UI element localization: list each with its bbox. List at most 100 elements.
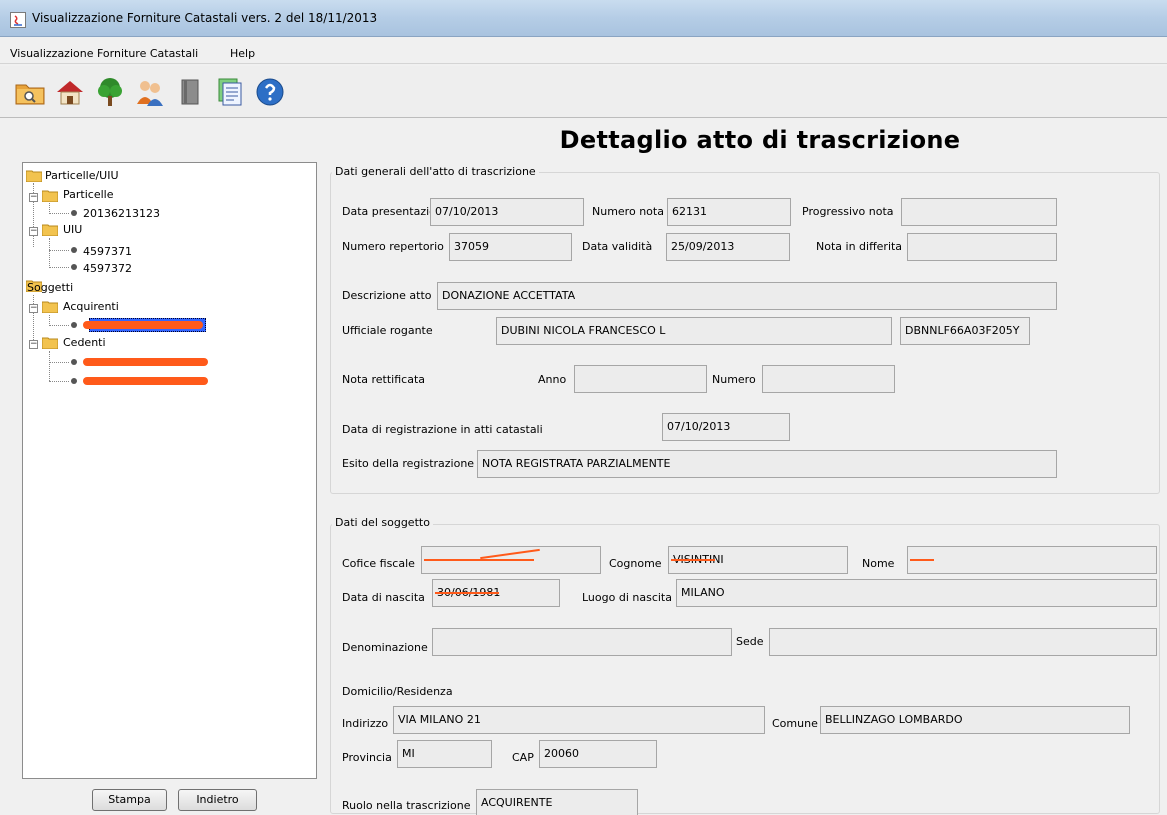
folder-search-icon[interactable] xyxy=(14,76,46,108)
tree-connector xyxy=(49,325,69,326)
collapse-toggle[interactable]: − xyxy=(29,304,38,313)
ufficiale-rogante-label: Ufficiale rogante xyxy=(342,324,433,337)
leaf-icon xyxy=(71,322,77,328)
menu-bar: Visualizzazione Forniture Catastali Help xyxy=(0,44,1167,64)
folder-icon xyxy=(42,190,58,202)
numero-nota-label: Numero nota xyxy=(592,205,664,218)
nota-differita-field[interactable] xyxy=(907,233,1057,261)
progressivo-nota-field[interactable] xyxy=(901,198,1057,226)
tree-connector xyxy=(49,267,69,268)
tree-connector xyxy=(49,362,69,363)
collapse-toggle[interactable]: − xyxy=(29,193,38,202)
data-registrazione-field[interactable]: 07/10/2013 xyxy=(662,413,790,441)
tree-connector xyxy=(49,250,69,251)
leaf-icon xyxy=(71,264,77,270)
indietro-button[interactable]: Indietro xyxy=(178,789,257,811)
tree-icon[interactable] xyxy=(94,76,126,108)
folder-icon xyxy=(42,301,58,313)
denominazione-label: Denominazione xyxy=(342,641,428,654)
data-validita-field[interactable]: 25/09/2013 xyxy=(666,233,790,261)
cap-field[interactable]: 20060 xyxy=(539,740,657,768)
redaction-mark xyxy=(83,321,203,329)
numero-label: Numero xyxy=(712,373,756,386)
redaction-mark xyxy=(435,592,499,594)
nome-field[interactable] xyxy=(907,546,1157,574)
nome-label: Nome xyxy=(862,557,895,570)
house-icon[interactable] xyxy=(54,76,86,108)
collapse-toggle[interactable]: − xyxy=(29,340,38,349)
anno-label: Anno xyxy=(538,373,567,386)
ruolo-label: Ruolo nella trascrizione xyxy=(342,799,471,812)
toolbar xyxy=(0,66,1167,118)
redaction-mark xyxy=(671,559,715,561)
nota-differita-label: Nota in differita xyxy=(816,240,903,253)
sede-field[interactable] xyxy=(769,628,1157,656)
sede-label: Sede xyxy=(736,635,764,648)
page-title: Dettaglio atto di trascrizione xyxy=(559,126,961,154)
java-app-icon[interactable] xyxy=(10,12,26,28)
indirizzo-field[interactable]: VIA MILANO 21 xyxy=(393,706,765,734)
codice-fiscale-label: Cofice fiscale xyxy=(342,557,415,570)
nota-rettificata-label: Nota rettificata xyxy=(342,373,426,386)
tree-connector xyxy=(49,238,50,268)
data-validita-label: Data validità xyxy=(582,240,653,253)
provincia-field[interactable]: MI xyxy=(397,740,492,768)
window-title: Visualizzazione Forniture Catastali vers… xyxy=(32,11,378,25)
folder-icon xyxy=(42,337,58,349)
leaf-icon xyxy=(71,210,77,216)
progressivo-nota-label: Progressivo nota xyxy=(802,205,894,218)
leaf-icon xyxy=(71,378,77,384)
folder-icon xyxy=(26,170,42,182)
title-bar: Visualizzazione Forniture Catastali vers… xyxy=(0,0,1167,37)
help-icon[interactable] xyxy=(254,76,286,108)
cognome-label: Cognome xyxy=(609,557,662,570)
indirizzo-label: Indirizzo xyxy=(342,717,389,730)
stampa-button[interactable]: Stampa xyxy=(92,789,167,811)
comune-label: Comune xyxy=(772,717,818,730)
esito-registrazione-label: Esito della registrazione xyxy=(342,457,475,470)
tree-node-uiu-item[interactable]: 4597371 xyxy=(83,245,132,258)
descrizione-atto-field[interactable]: DONAZIONE ACCETTATA xyxy=(437,282,1057,310)
tree-connector xyxy=(49,213,69,214)
redaction-mark xyxy=(424,559,534,561)
menu-visualizzazione[interactable]: Visualizzazione Forniture Catastali xyxy=(10,47,198,60)
tree-node-particelle-uiu[interactable]: Particelle/UIU xyxy=(45,169,119,182)
esito-registrazione-field[interactable]: NOTA REGISTRATA PARZIALMENTE xyxy=(477,450,1057,478)
tree-node-particella[interactable]: 20136213123 xyxy=(83,207,160,220)
provincia-label: Provincia xyxy=(342,751,392,764)
ufficiale-cf-field[interactable]: DBNNLF66A03F205Y xyxy=(900,317,1030,345)
comune-field[interactable]: BELLINZAGO LOMBARDO xyxy=(820,706,1130,734)
anno-field[interactable] xyxy=(574,365,707,393)
data-presentazione-field[interactable]: 07/10/2013 xyxy=(430,198,584,226)
menu-help[interactable]: Help xyxy=(230,47,255,60)
tree-connector xyxy=(49,351,50,381)
ufficiale-nome-field[interactable]: DUBINI NICOLA FRANCESCO L xyxy=(496,317,892,345)
tree-node-particelle[interactable]: Particelle xyxy=(63,188,113,201)
data-registrazione-label: Data di registrazione in atti catastali xyxy=(342,423,543,436)
denominazione-field[interactable] xyxy=(432,628,732,656)
people-icon[interactable] xyxy=(134,76,166,108)
domicilio-label: Domicilio/Residenza xyxy=(342,685,453,698)
tree-node-soggetti[interactable]: Soggetti xyxy=(27,281,73,294)
redaction-mark xyxy=(83,377,208,385)
luogo-nascita-label: Luogo di nascita xyxy=(582,591,672,604)
leaf-icon xyxy=(71,359,77,365)
numero-field[interactable] xyxy=(762,365,895,393)
tree-node-uiu[interactable]: UIU xyxy=(63,223,82,236)
luogo-nascita-field[interactable]: MILANO xyxy=(676,579,1157,607)
collapse-toggle[interactable]: − xyxy=(29,227,38,236)
soggetti-tree[interactable]: Particelle/UIU − Particelle 20136213123 … xyxy=(22,162,317,779)
tree-node-cedenti[interactable]: Cedenti xyxy=(63,336,106,349)
document-icon[interactable] xyxy=(214,76,246,108)
numero-nota-field[interactable]: 62131 xyxy=(667,198,791,226)
redaction-mark xyxy=(910,559,934,561)
numero-repertorio-field[interactable]: 37059 xyxy=(449,233,572,261)
tree-connector xyxy=(49,381,69,382)
tree-node-acquirenti[interactable]: Acquirenti xyxy=(63,300,119,313)
folder-icon xyxy=(42,224,58,236)
ruolo-field[interactable]: ACQUIRENTE xyxy=(476,789,638,815)
atto-group-title: Dati generali dell'atto di trascrizione xyxy=(332,165,539,178)
book-icon[interactable] xyxy=(174,76,206,108)
tree-node-uiu-item[interactable]: 4597372 xyxy=(83,262,132,275)
descrizione-atto-label: Descrizione atto xyxy=(342,289,432,302)
